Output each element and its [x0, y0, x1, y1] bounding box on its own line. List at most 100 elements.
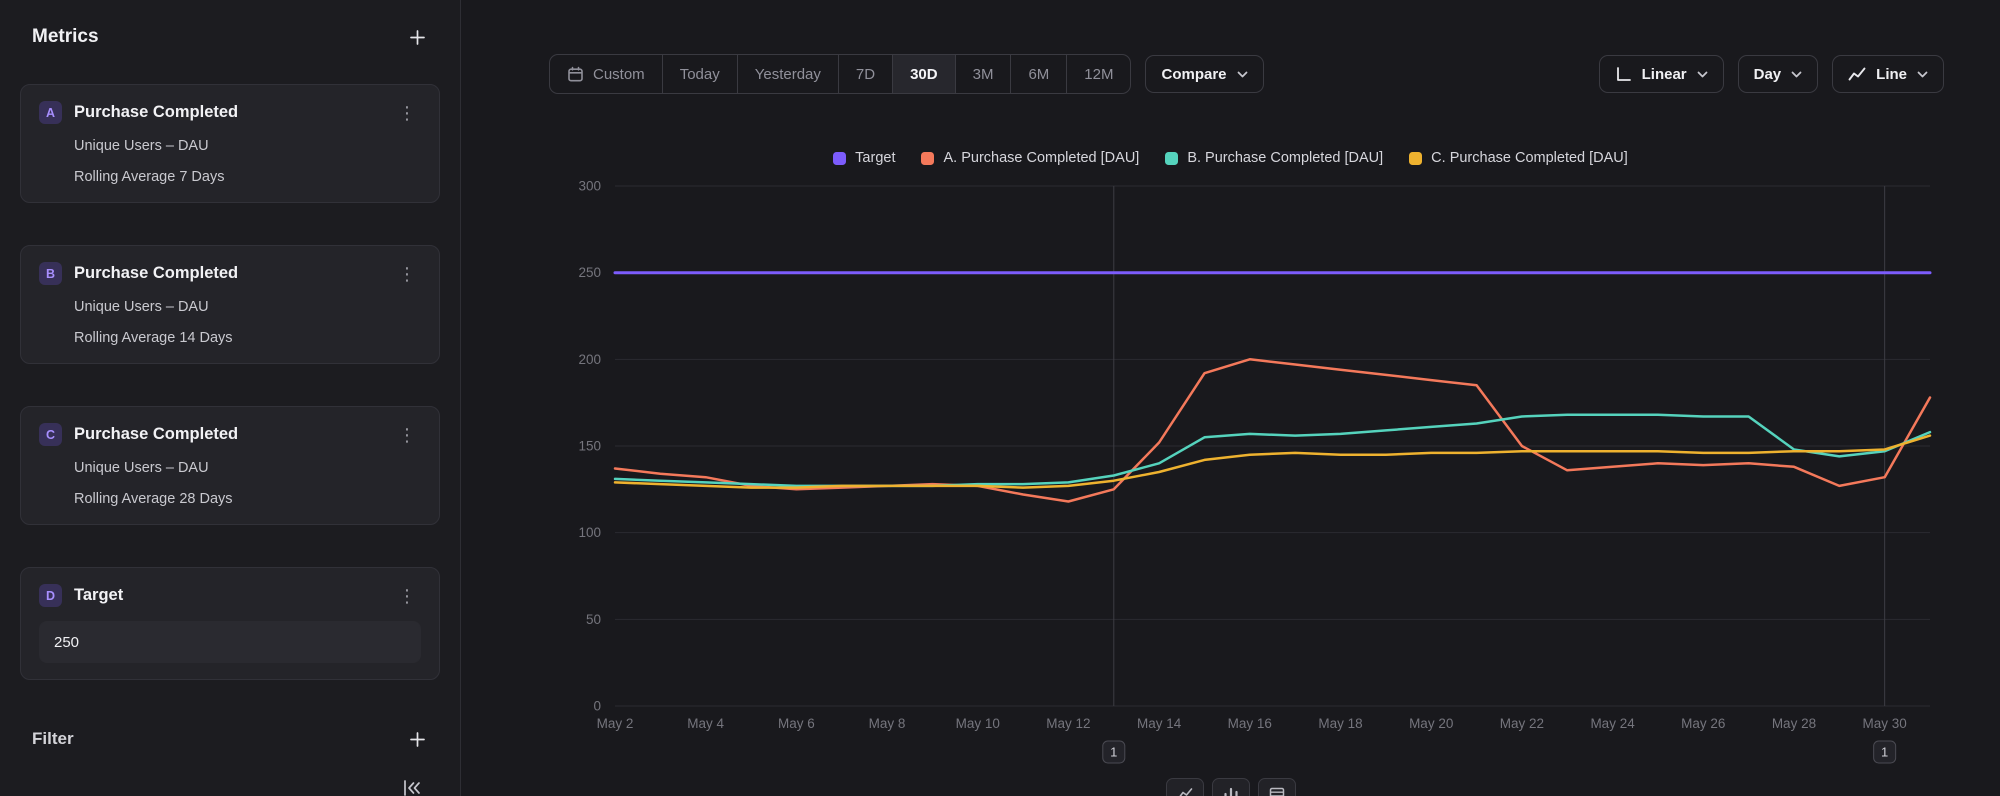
metric-rolling-average: Rolling Average 14 Days — [74, 329, 421, 347]
compare-label: Compare — [1161, 66, 1226, 83]
chart-type-label: Line — [1876, 66, 1907, 83]
metric-title: Purchase Completed — [74, 425, 394, 444]
svg-text:1: 1 — [1881, 745, 1888, 760]
metrics-header: Metrics — [32, 26, 99, 48]
legend-item[interactable]: B. Purchase Completed [DAU] — [1165, 150, 1383, 166]
series-line[interactable] — [615, 359, 1930, 501]
scale-dropdown-button[interactable]: Linear — [1599, 55, 1724, 93]
scale-label: Linear — [1642, 66, 1687, 83]
chevron-down-icon — [1791, 71, 1802, 78]
compare-button[interactable]: Compare — [1145, 55, 1263, 93]
main-content: Custom Today Yesterday 7D 30D 3M 6M 12M … — [461, 0, 2000, 796]
metric-card-header: D Target ⋮ — [39, 584, 421, 607]
x-axis-tick-label: May 16 — [1228, 716, 1272, 731]
metric-badge-d: D — [39, 584, 62, 607]
kebab-menu-icon[interactable]: ⋮ — [394, 426, 421, 444]
line-chart[interactable]: 050100150200250300May 2May 4May 6May 8Ma… — [517, 176, 1944, 776]
bottom-view-toolbar — [517, 778, 1944, 796]
chart-legend: Target A. Purchase Completed [DAU] B. Purc… — [517, 150, 1944, 166]
x-axis-tick-label: May 14 — [1137, 716, 1182, 731]
interval-label: Day — [1754, 66, 1782, 83]
y-axis-tick-label: 200 — [578, 352, 601, 367]
x-axis-tick-label: May 10 — [956, 716, 1000, 731]
sidebar: Metrics A Purchase Completed ⋮ Unique Us… — [0, 0, 461, 796]
metric-card-header: C Purchase Completed ⋮ — [39, 423, 421, 446]
kebab-menu-icon[interactable]: ⋮ — [394, 104, 421, 122]
annotation-marker[interactable]: 1 — [1103, 741, 1125, 763]
metric-card-header: A Purchase Completed ⋮ — [39, 101, 421, 124]
chart-type-dropdown-button[interactable]: Line — [1832, 55, 1944, 93]
range-custom-button[interactable]: Custom — [550, 55, 662, 93]
calendar-icon — [567, 66, 584, 83]
kebab-menu-icon[interactable]: ⋮ — [394, 587, 421, 605]
metric-card-c[interactable]: C Purchase Completed ⋮ Unique Users – DA… — [20, 406, 440, 525]
x-axis-tick-label: May 4 — [687, 716, 724, 731]
range-label: 6M — [1028, 66, 1049, 83]
metric-card-a[interactable]: A Purchase Completed ⋮ Unique Users – DA… — [20, 84, 440, 203]
legend-item[interactable]: Target — [833, 150, 895, 166]
range-label: Today — [680, 66, 720, 83]
y-axis-tick-label: 50 — [586, 612, 601, 627]
legend-item[interactable]: C. Purchase Completed [DAU] — [1409, 150, 1628, 166]
x-axis-tick-label: May 24 — [1590, 716, 1635, 731]
collapse-sidebar-button[interactable] — [400, 778, 422, 796]
range-3m-button[interactable]: 3M — [955, 55, 1011, 93]
line-view-button[interactable] — [1166, 778, 1204, 796]
collapse-left-icon — [400, 778, 422, 796]
legend-item[interactable]: A. Purchase Completed [DAU] — [921, 150, 1139, 166]
mini-table-icon — [1269, 787, 1285, 796]
legend-label: B. Purchase Completed [DAU] — [1187, 150, 1383, 166]
metric-badge-b: B — [39, 262, 62, 285]
legend-label: Target — [855, 150, 895, 166]
range-6m-button[interactable]: 6M — [1010, 55, 1066, 93]
series-line[interactable] — [615, 436, 1930, 488]
annotation-marker[interactable]: 1 — [1874, 741, 1896, 763]
metric-badge-a: A — [39, 101, 62, 124]
metric-rolling-average: Rolling Average 7 Days — [74, 168, 421, 186]
bar-view-button[interactable] — [1212, 778, 1250, 796]
add-filter-button[interactable] — [404, 726, 430, 752]
x-axis-tick-label: May 20 — [1409, 716, 1453, 731]
y-axis-tick-label: 150 — [578, 439, 601, 454]
metric-title: Purchase Completed — [74, 264, 394, 283]
range-label: Custom — [593, 66, 645, 83]
legend-label: C. Purchase Completed [DAU] — [1431, 150, 1628, 166]
range-label: 7D — [856, 66, 875, 83]
metric-rolling-average: Rolling Average 28 Days — [74, 490, 421, 508]
range-label: 12M — [1084, 66, 1113, 83]
plus-icon — [409, 731, 426, 748]
y-axis-tick-label: 300 — [578, 179, 601, 194]
range-30d-button[interactable]: 30D — [892, 55, 955, 93]
add-metric-button[interactable] — [404, 24, 430, 50]
metric-measurement: Unique Users – DAU — [74, 298, 421, 316]
chevron-down-icon — [1237, 71, 1248, 78]
x-axis-tick-label: May 30 — [1863, 716, 1907, 731]
metric-card-b[interactable]: B Purchase Completed ⋮ Unique Users – DA… — [20, 245, 440, 364]
metric-badge-c: C — [39, 423, 62, 446]
target-value-input[interactable] — [39, 621, 421, 663]
interval-dropdown-button[interactable]: Day — [1738, 55, 1819, 93]
plus-icon — [409, 29, 426, 46]
mini-bar-chart-icon — [1223, 787, 1239, 796]
x-axis-tick-label: May 8 — [869, 716, 906, 731]
y-axis-tick-label: 100 — [578, 525, 601, 540]
x-axis-tick-label: May 22 — [1500, 716, 1544, 731]
table-view-button[interactable] — [1258, 778, 1296, 796]
metric-card-target[interactable]: D Target ⋮ — [20, 567, 440, 680]
range-today-button[interactable]: Today — [662, 55, 737, 93]
chart-area: 050100150200250300May 2May 4May 6May 8Ma… — [517, 176, 1944, 776]
range-label: Yesterday — [755, 66, 821, 83]
chart-toolbar: Custom Today Yesterday 7D 30D 3M 6M 12M … — [549, 54, 1944, 94]
legend-swatch — [1165, 152, 1178, 165]
legend-label: A. Purchase Completed [DAU] — [943, 150, 1139, 166]
kebab-menu-icon[interactable]: ⋮ — [394, 265, 421, 283]
line-chart-icon — [1848, 66, 1866, 82]
series-line[interactable] — [615, 415, 1930, 486]
mini-line-chart-icon — [1177, 787, 1193, 796]
legend-swatch — [1409, 152, 1422, 165]
range-yesterday-button[interactable]: Yesterday — [737, 55, 838, 93]
x-axis-tick-label: May 12 — [1046, 716, 1090, 731]
range-label: 3M — [973, 66, 994, 83]
range-7d-button[interactable]: 7D — [838, 55, 892, 93]
range-12m-button[interactable]: 12M — [1066, 55, 1130, 93]
